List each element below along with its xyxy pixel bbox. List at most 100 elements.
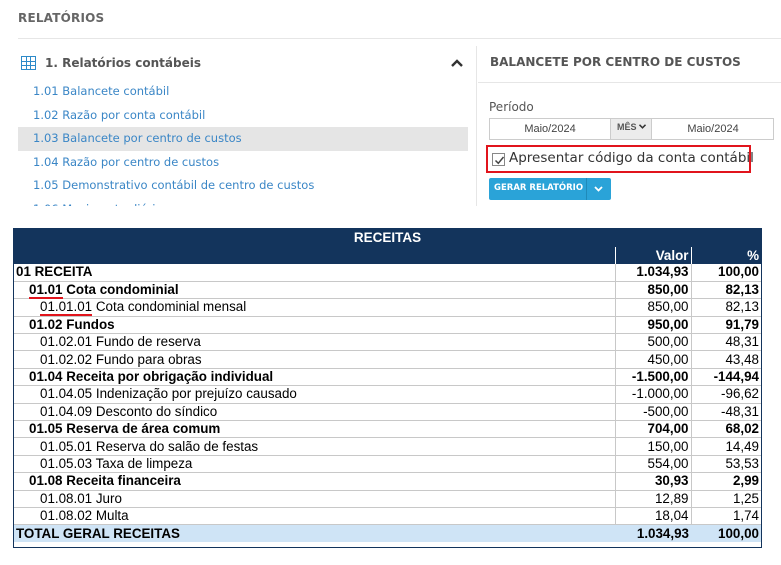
pct-cell: 14,49 [690,437,761,456]
report-band-title: RECEITAS [14,229,761,247]
account-name: Taxa de limpeza [95,455,193,471]
valor-cell: 18,04 [614,507,691,526]
table-row: 01.08.01 Juro 12,89 1,25 [14,490,761,508]
menu-item[interactable]: 1.02 Razão por conta contábil [18,104,468,128]
column-header-pct: % [690,247,761,264]
chevron-down-icon [638,124,646,129]
check-icon [494,156,505,165]
generate-report-label: GERAR RELATÓRIO [494,183,584,193]
valor-cell: 850,00 [614,281,691,300]
account-cell: 01.08.02 Multa [14,507,615,526]
periodo-label: Período [489,100,534,114]
valor-cell: 554,00 [614,455,691,474]
valor-cell: 150,00 [614,437,691,456]
account-cell: 01.02.02 Fundo para obras [14,350,615,369]
account-name: Fundo de reserva [95,334,201,350]
pct-cell: 100,00 [690,264,761,282]
table-row: 01.08 Receita financeira 30,93 2,99 [14,472,761,491]
account-cell: 01.02 Fundos [14,316,615,335]
form-title: BALANCETE POR CENTRO DE CUSTOS [490,55,741,69]
table-row: 01.05.03 Taxa de limpeza 554,00 53,53 [14,455,761,474]
periodo-range: Maio/2024 MÊS Maio/2024 [489,118,774,140]
valor-cell: -1.500,00 [614,368,691,387]
account-code: 01.04.09 [40,403,93,419]
account-code: 01.02.01 [40,334,93,350]
account-code: 01.05.03 [40,455,93,471]
account-code: 01.05 [29,421,63,437]
account-cell: 01.08 Receita financeira [14,472,615,491]
show-account-code-checkbox[interactable] [492,153,505,166]
account-cell: 01.04.09 Desconto do síndico [14,403,615,422]
account-name: Desconto do síndico [95,403,218,419]
column-header-description [14,247,615,264]
account-code: 01.04.05 [40,386,93,402]
menu-item[interactable]: 1.04 Razão por centro de custos [18,151,468,175]
receitas-report-table: RECEITAS Valor % 01 RECEITA 1.034,93 100,0… [14,229,761,543]
account-cell: 01.08.01 Juro [14,490,615,508]
periodo-from-input[interactable]: Maio/2024 [490,119,610,139]
table-grid-icon [21,56,36,70]
pct-cell: -48,31 [690,403,761,422]
table-row: 01.02.01 Fundo de reserva 500,00 48,31 [14,333,761,352]
menu-item[interactable]: 1.06 Movimento diário [18,198,468,207]
report-menu: 1. Relatórios contábeis 1.01 Balancete c… [18,50,478,206]
pct-cell: 68,02 [690,420,761,439]
report-selector-panel: RELATÓRIOS 1. Relatórios contábeis 1.01 … [0,0,781,210]
account-name: Reserva do salão de festas [95,438,259,454]
account-cell: 01.04 Receita por obrigação individual [14,368,615,387]
table-row: 01.04.09 Desconto do síndico -500,00 -48,3… [14,403,761,422]
account-name: Juro [95,490,122,506]
show-account-code-label[interactable]: Apresentar código da conta contábil [509,150,754,166]
menu-section-label: 1. Relatórios contábeis [45,56,201,70]
table-row: 01 RECEITA 1.034,93 100,00 [14,264,761,282]
highlight-box: Apresentar código da conta contábil [486,145,754,173]
menu-item[interactable]: 1.01 Balancete contábil [18,80,468,104]
page-title: RELATÓRIOS [18,11,105,25]
valor-cell: 12,89 [614,490,691,508]
account-name: Receita por obrigação individual [66,369,274,385]
table-row: 01.01 Cota condominial 850,00 82,13 [14,281,761,300]
table-row: 01.05.01 Reserva do salão de festas 150,0… [14,437,761,456]
valor-cell: 704,00 [614,420,691,439]
account-code: 01.05.01 [40,438,93,454]
account-name: Multa [95,508,129,524]
pct-cell: -96,62 [690,385,761,404]
account-code: 01.04 [29,369,63,385]
account-code: 01.08.01 [40,490,93,506]
menu-item[interactable]: 1.05 Demonstrativo contábil de centro de… [18,174,468,198]
account-name: Indenização por prejuízo causado [95,386,297,402]
menu-section-header[interactable]: 1. Relatórios contábeis [18,50,478,78]
column-header-valor: Valor [614,247,691,264]
account-code: 01.08.02 [40,508,93,524]
account-cell: 01.02.01 Fundo de reserva [14,333,615,352]
pct-cell: 91,79 [690,316,761,335]
periodo-mode-dropdown[interactable]: MÊS [610,118,652,140]
account-name: RECEITA [34,264,93,280]
divider [478,82,781,83]
account-name: Receita financeira [66,473,181,489]
account-code: 01.01.01 [40,299,93,315]
periodo-to-input[interactable]: Maio/2024 [652,119,774,139]
pct-cell: 1,74 [690,507,761,526]
total-valor: 1.034,93 [615,524,691,543]
table-row: 01.02.02 Fundo para obras 450,00 43,48 [14,350,761,369]
pct-cell: 1,25 [690,490,761,508]
account-cell: 01.01 Cota condominial [14,281,615,300]
valor-cell: -500,00 [614,403,691,422]
account-name: Cota condominial [66,282,179,298]
account-cell: 01.04.05 Indenização por prejuízo causad… [14,385,615,404]
menu-list: 1.01 Balancete contábil 1.02 Razão por co… [18,80,468,206]
account-cell: 01.05.01 Reserva do salão de festas [14,437,615,456]
generate-report-button[interactable]: GERAR RELATÓRIO [489,178,611,200]
table-row: 01.04 Receita por obrigação individual -1… [14,368,761,387]
account-code: 01.08 [29,473,63,489]
menu-item[interactable]: 1.03 Balancete por centro de custos [18,127,468,151]
account-code: 01.02.02 [40,351,93,367]
valor-cell: 950,00 [614,316,691,335]
account-name: Cota condominial mensal [95,299,247,315]
chevron-up-icon[interactable] [450,58,464,68]
total-row: TOTAL GERAL RECEITAS 1.034,93 100,00 [14,524,761,543]
chevron-down-icon[interactable] [594,186,603,192]
pct-cell: 53,53 [690,455,761,474]
account-code: 01 [16,264,31,280]
